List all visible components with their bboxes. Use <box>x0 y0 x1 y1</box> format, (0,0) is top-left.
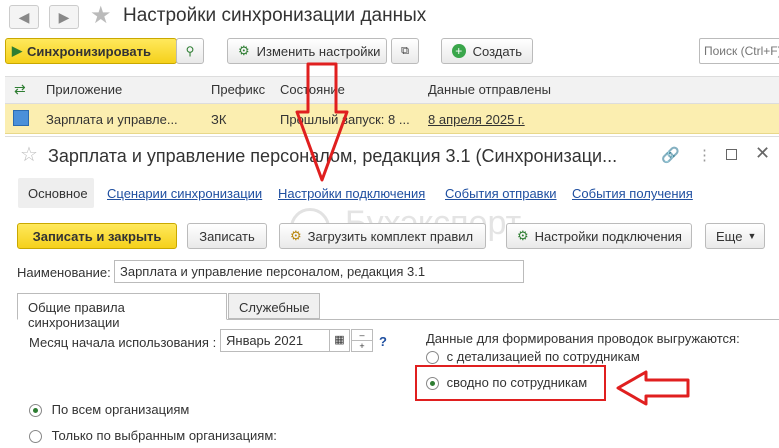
annotation-arrows <box>295 62 690 406</box>
down-arrow-icon <box>295 62 349 182</box>
left-arrow-icon <box>616 370 690 406</box>
